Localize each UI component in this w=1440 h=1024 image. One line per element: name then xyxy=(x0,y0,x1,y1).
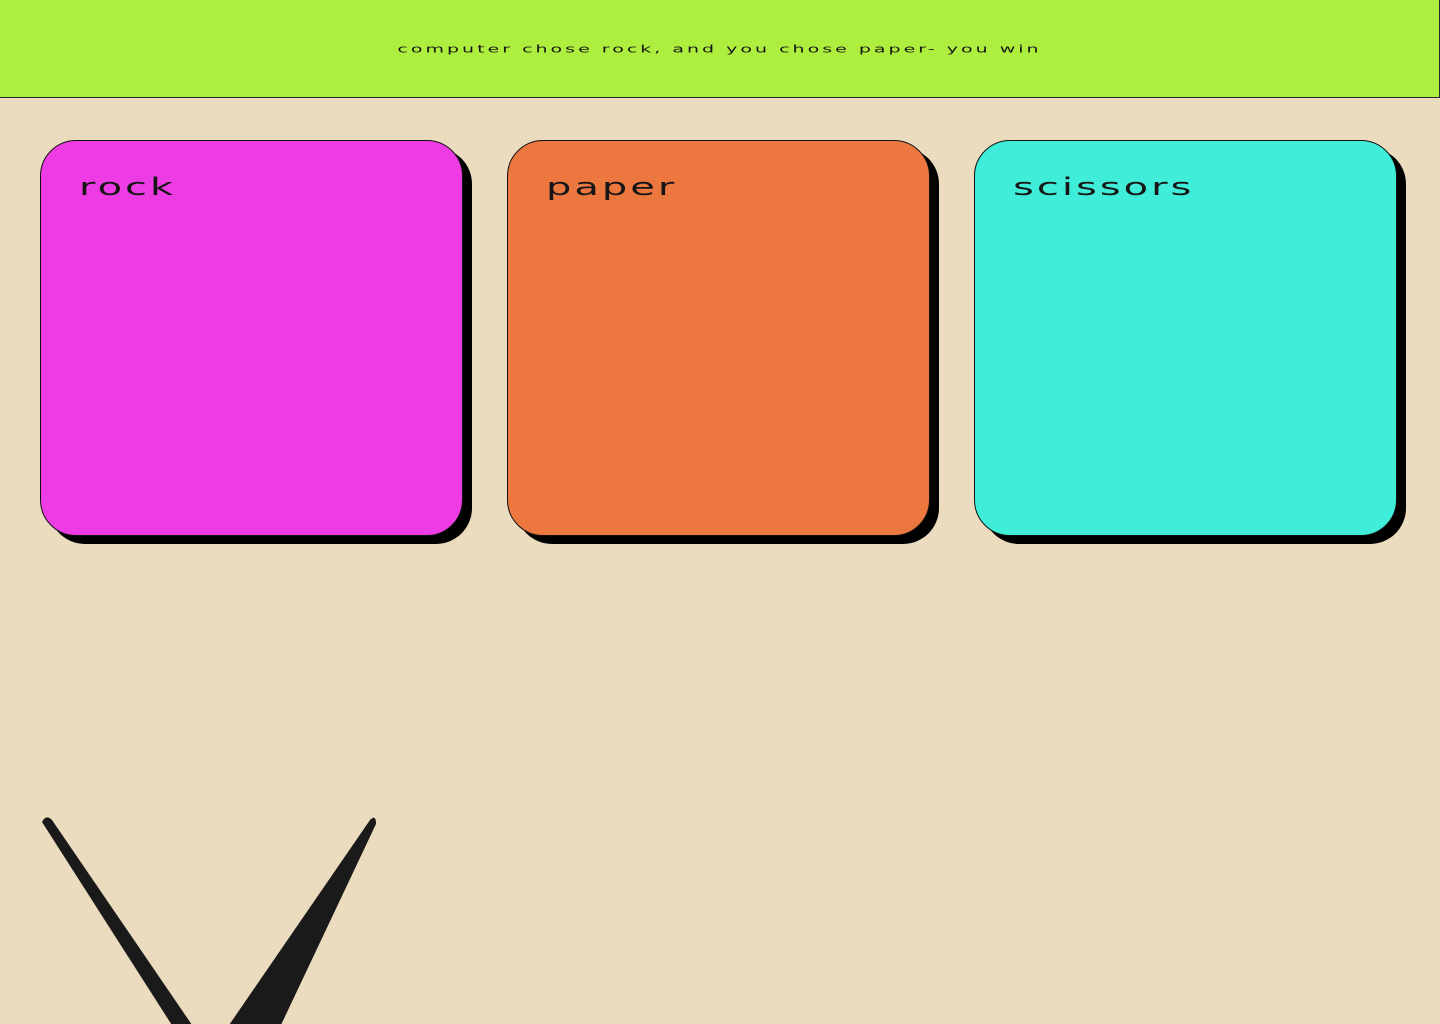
v-shape-icon xyxy=(42,817,376,1024)
rock-choice-label: rock xyxy=(79,173,177,201)
result-message: computer chose rock, and you chose paper… xyxy=(397,42,1042,55)
scissors-choice-label: scissors xyxy=(1013,173,1195,201)
paper-choice-card[interactable]: paper xyxy=(507,140,930,536)
rock-choice-card[interactable]: rock xyxy=(40,140,463,536)
scissors-choice-card[interactable]: scissors xyxy=(974,140,1397,536)
paper-choice-label: paper xyxy=(546,173,678,201)
result-banner: computer chose rock, and you chose paper… xyxy=(0,0,1440,98)
